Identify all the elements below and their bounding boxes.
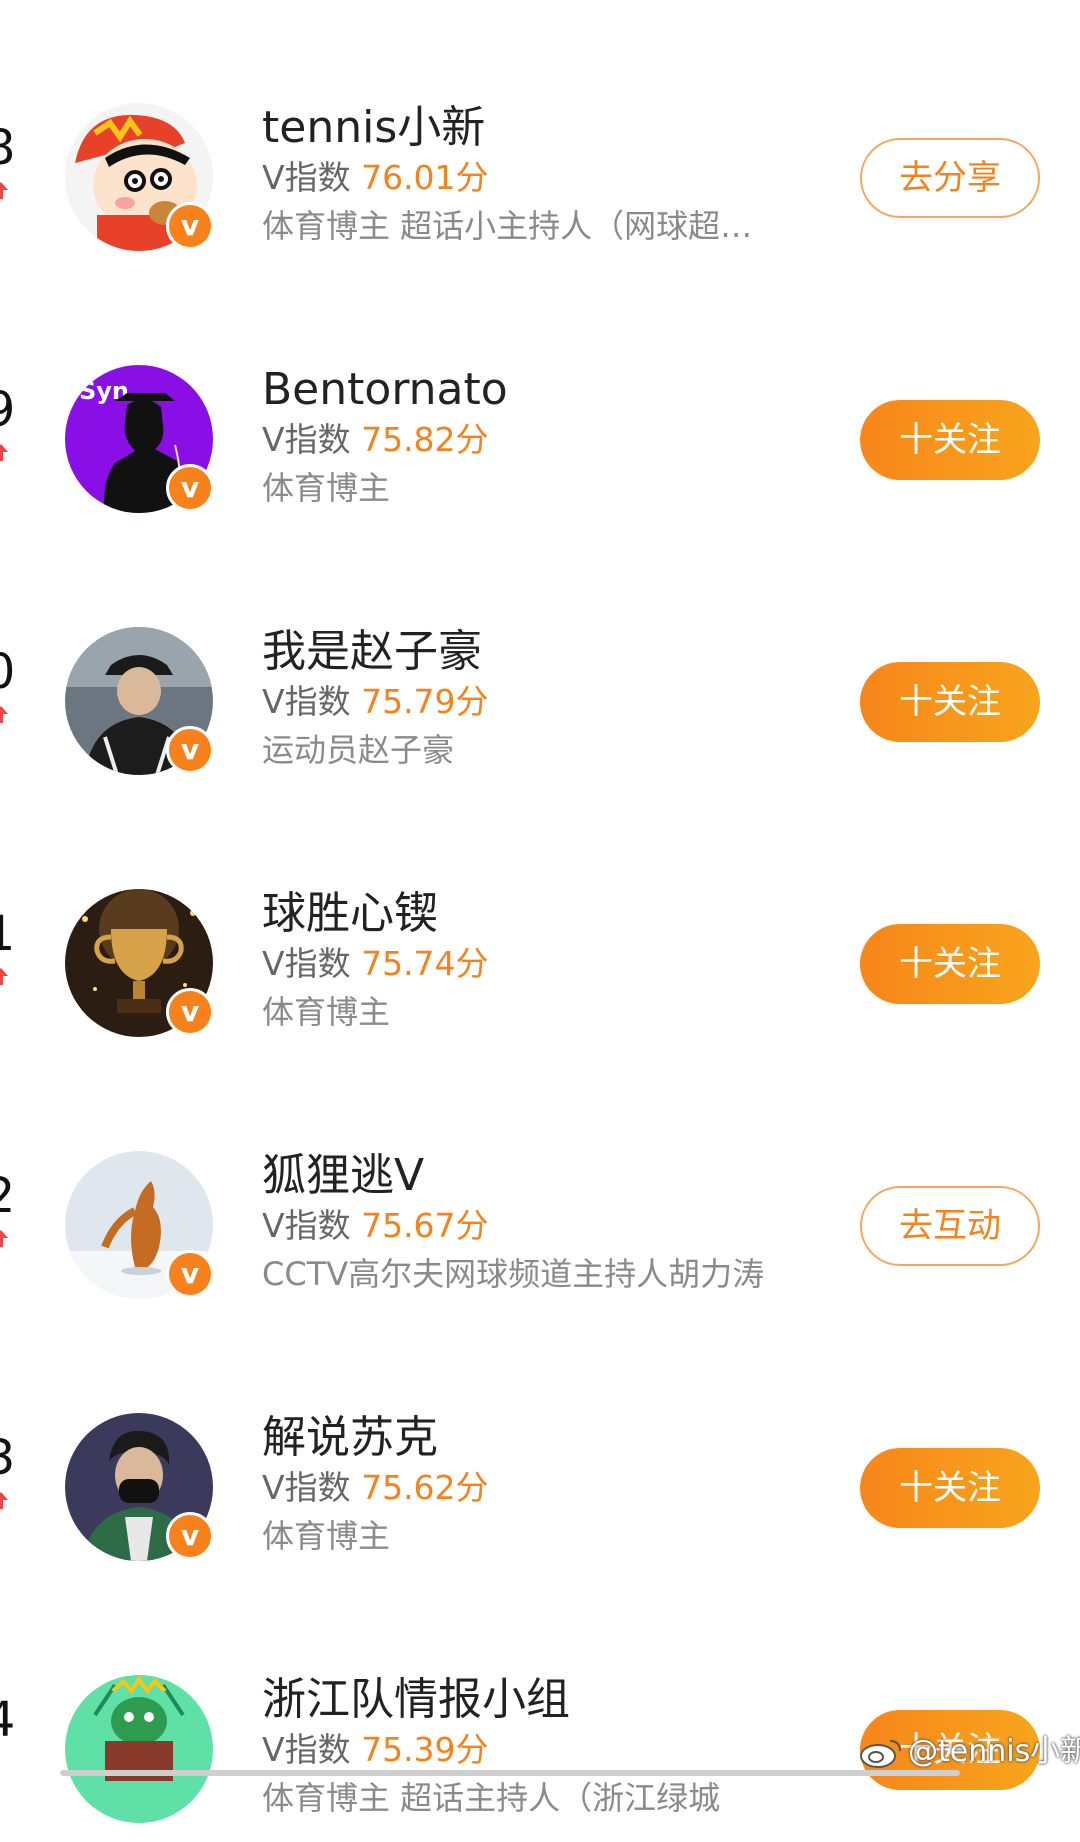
- ranking-list: 8 v tennis小新 V指数 76.01分 体育博主 超话小主持人（网球: [0, 0, 1080, 1823]
- user-description: 运动员赵子豪: [262, 731, 455, 769]
- v-index: V指数 75.82分: [262, 418, 489, 462]
- v-index: V指数 75.39分: [262, 1728, 489, 1772]
- verified-badge-icon: v: [166, 1250, 214, 1298]
- rank-number: 9: [0, 382, 26, 438]
- v-index-score: 75.79分: [361, 682, 489, 721]
- v-index-score: 75.74分: [361, 944, 489, 983]
- horizontal-scrollbar[interactable]: [60, 1770, 960, 1776]
- v-index-label: V指数: [262, 1206, 351, 1245]
- rank-number: 3: [0, 1430, 26, 1486]
- list-item[interactable]: 8 v tennis小新 V指数 76.01分 体育博主 超话小主持人（网球: [0, 100, 1080, 270]
- follow-button[interactable]: 十关注: [860, 924, 1040, 1004]
- v-index-label: V指数: [262, 944, 351, 983]
- user-name[interactable]: tennis小新: [262, 100, 485, 156]
- green-mascot-avatar-icon: [65, 1675, 213, 1823]
- user-description: 体育博主 超话小主持人（网球超…: [262, 207, 753, 245]
- v-index: V指数 75.62分: [262, 1466, 489, 1510]
- follow-button[interactable]: 十关注: [860, 1448, 1040, 1528]
- watermark: @tennis小新: [858, 1732, 1080, 1772]
- rank-up-arrow-icon: [0, 1492, 8, 1509]
- v-index: V指数 75.67分: [262, 1204, 489, 1248]
- user-name[interactable]: 解说苏克: [262, 1410, 438, 1466]
- v-index-score: 75.62分: [361, 1468, 489, 1507]
- rank-up-arrow-icon: [0, 444, 8, 461]
- weibo-logo-icon: [860, 1740, 901, 1768]
- follow-button[interactable]: 十关注: [860, 662, 1040, 742]
- list-item[interactable]: 3 v 解说苏克 V指数 75.62分 体育博主 十关注: [0, 1410, 1080, 1580]
- user-description: 体育博主: [262, 993, 391, 1031]
- user-name[interactable]: 球胜心锲: [262, 886, 438, 942]
- user-name[interactable]: 我是赵子豪: [262, 624, 482, 680]
- rank-up-arrow-icon: [0, 1230, 8, 1247]
- user-description: 体育博主 超话主持人（浙江绿城: [262, 1779, 721, 1817]
- list-item[interactable]: 2 v 狐狸逃V V指数 75.67分 CCTV高尔夫网球频道主持人胡力涛 去互…: [0, 1148, 1080, 1318]
- v-index: V指数 76.01分: [262, 156, 489, 200]
- user-name[interactable]: 狐狸逃V: [262, 1148, 424, 1204]
- rank-up-arrow-icon: [0, 968, 8, 985]
- rank-number: 0: [0, 644, 26, 700]
- v-index-score: 76.01分: [361, 158, 489, 197]
- rank-up-arrow-icon: [0, 182, 8, 199]
- user-description: CCTV高尔夫网球频道主持人胡力涛: [262, 1255, 765, 1293]
- list-item[interactable]: 1 v 球胜心锲 V指数 75.74分 体育博主 十关注: [0, 886, 1080, 1056]
- verified-badge-icon: v: [166, 988, 214, 1036]
- list-item[interactable]: 9 Syn v Bentornato V指数 75.82分 体育博主 十关注: [0, 362, 1080, 532]
- rank-up-arrow-icon: [0, 706, 8, 723]
- user-name[interactable]: Bentornato: [262, 362, 508, 418]
- rank-number: 2: [0, 1168, 26, 1224]
- v-index-score: 75.82分: [361, 420, 489, 459]
- v-index-score: 75.39分: [361, 1730, 489, 1769]
- user-description: 体育博主: [262, 1517, 391, 1555]
- v-index: V指数 75.74分: [262, 942, 489, 986]
- v-index-score: 75.67分: [361, 1206, 489, 1245]
- user-description: 体育博主: [262, 469, 391, 507]
- rank-number: 1: [0, 906, 26, 962]
- interact-button[interactable]: 去互动: [860, 1186, 1040, 1266]
- v-index-label: V指数: [262, 682, 351, 721]
- v-index-label: V指数: [262, 1468, 351, 1507]
- v-index-label: V指数: [262, 1730, 351, 1769]
- rank-number: 4: [0, 1692, 26, 1748]
- verified-badge-icon: v: [166, 202, 214, 250]
- verified-badge-icon: v: [166, 464, 214, 512]
- v-index-label: V指数: [262, 158, 351, 197]
- verified-badge-icon: v: [166, 1512, 214, 1560]
- rank-number: 8: [0, 120, 26, 176]
- v-index-label: V指数: [262, 420, 351, 459]
- share-button[interactable]: 去分享: [860, 138, 1040, 218]
- avatar[interactable]: [65, 1675, 213, 1823]
- watermark-text: @tennis小新: [908, 1734, 1080, 1769]
- list-item[interactable]: 0 v 我是赵子豪 V指数 75.79分 运动员赵子豪 十关注: [0, 624, 1080, 794]
- follow-button[interactable]: 十关注: [860, 400, 1040, 480]
- verified-badge-icon: v: [166, 726, 214, 774]
- v-index: V指数 75.79分: [262, 680, 489, 724]
- user-name[interactable]: 浙江队情报小组: [262, 1672, 570, 1728]
